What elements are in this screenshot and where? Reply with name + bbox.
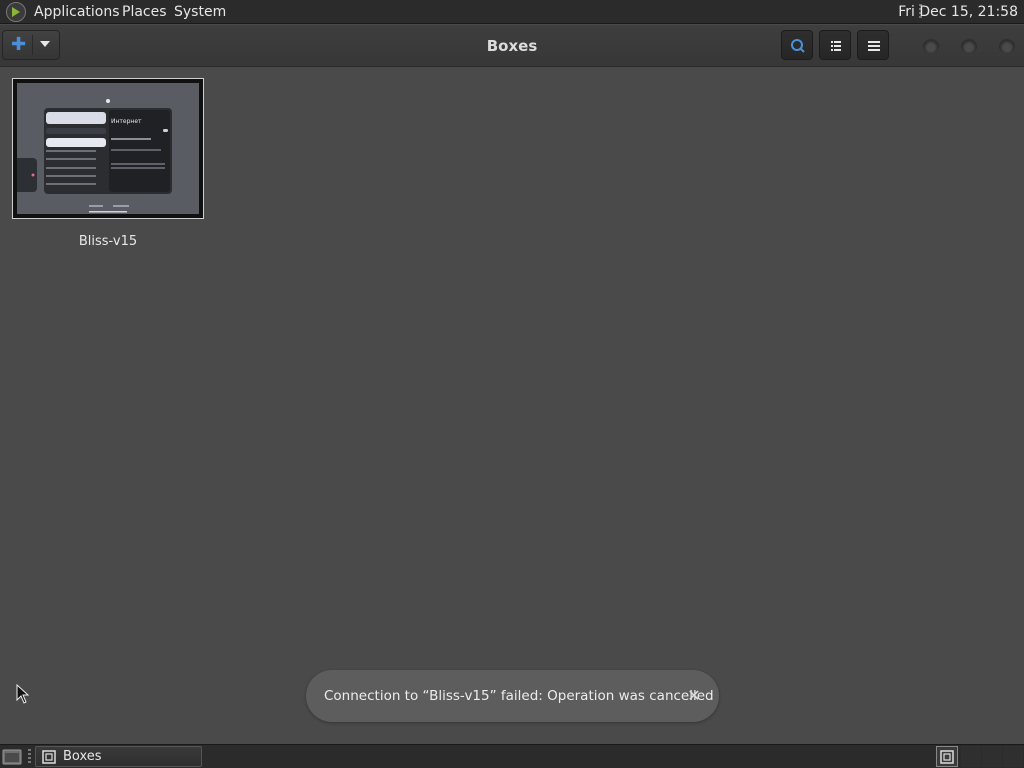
maximize-window-button[interactable] bbox=[961, 38, 977, 54]
minimize-window-button[interactable] bbox=[923, 38, 939, 54]
header-bar: ✚ Boxes bbox=[0, 25, 1024, 67]
box-screenshot: Интернет bbox=[17, 83, 199, 214]
workspace-1[interactable] bbox=[936, 746, 958, 767]
menu-applications[interactable]: Applications bbox=[34, 4, 120, 20]
top-panel: Applications Places System Fri Dec 15, 2… bbox=[0, 0, 1024, 24]
box-thumbnail[interactable]: Интернет bbox=[12, 78, 204, 219]
mouse-pointer-icon bbox=[16, 684, 30, 704]
list-view-button[interactable] bbox=[819, 30, 851, 60]
workspace-3[interactable] bbox=[982, 746, 1002, 767]
panel-drag-handle[interactable] bbox=[28, 749, 31, 765]
workspace-4[interactable] bbox=[1003, 746, 1023, 767]
search-icon bbox=[791, 39, 805, 53]
bottom-panel: Boxes bbox=[0, 744, 1024, 768]
workspace-2[interactable] bbox=[961, 746, 981, 767]
taskbar-item-boxes[interactable]: Boxes bbox=[35, 746, 202, 767]
clock[interactable]: Fri Dec 15, 21:58 bbox=[898, 4, 1018, 20]
menu-system[interactable]: System bbox=[174, 4, 226, 20]
boxes-app-icon bbox=[42, 750, 56, 764]
notification-message: Connection to “Bliss-v15” failed: Operat… bbox=[324, 688, 714, 704]
thumbnail-panel-title: Интернет bbox=[111, 118, 142, 125]
applications-logo-icon[interactable] bbox=[6, 2, 26, 22]
show-desktop-icon[interactable] bbox=[2, 748, 22, 765]
notification-toast: Connection to “Bliss-v15” failed: Operat… bbox=[306, 670, 719, 722]
hamburger-menu-icon bbox=[868, 41, 880, 51]
close-icon[interactable]: ✕ bbox=[684, 686, 704, 706]
boxes-app-icon bbox=[940, 750, 954, 764]
taskbar-item-label: Boxes bbox=[63, 749, 102, 764]
list-view-icon bbox=[831, 41, 841, 51]
search-button[interactable] bbox=[781, 30, 813, 60]
box-name-label[interactable]: Bliss-v15 bbox=[12, 234, 204, 249]
close-window-button[interactable] bbox=[999, 38, 1015, 54]
menu-places[interactable]: Places bbox=[122, 4, 167, 20]
menu-button[interactable] bbox=[857, 30, 889, 60]
